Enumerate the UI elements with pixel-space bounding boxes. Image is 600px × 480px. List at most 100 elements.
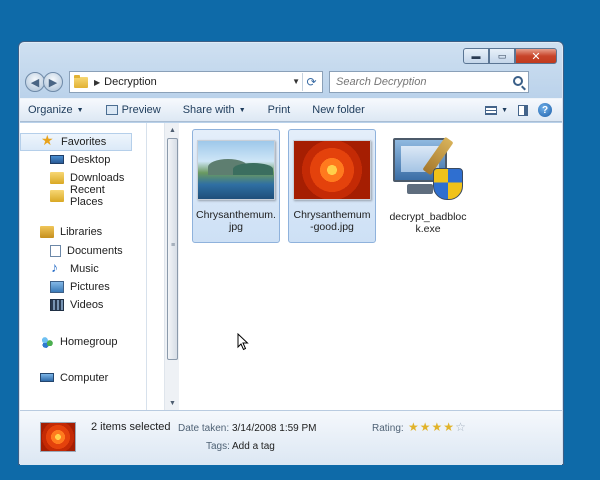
tags-label: Tags: [206,441,230,452]
sidebar-item-label: Libraries [60,226,103,238]
navigation-pane: Favorites Desktop Downloads Recent Place… [20,123,147,410]
command-bar: Organize ▼ Preview Share with ▼ Print Ne… [20,98,562,122]
back-arrow-icon: ◀ [30,76,40,89]
program-shield-icon [389,134,467,202]
scroll-down-arrow-icon[interactable]: ▼ [165,396,180,410]
back-button[interactable]: ◀ [25,72,45,92]
help-icon[interactable]: ? [538,103,552,117]
chevron-down-icon: ▼ [238,106,246,114]
search-icon[interactable] [513,76,523,86]
address-row: ◀ ▶ ▶ Decryption ▼ ⟳ [25,70,557,94]
film-strip-icon [50,299,64,311]
file-name: decrypt_badbloc k.exe [389,211,467,235]
breadcrumb-current[interactable]: Decryption [104,76,157,88]
toolbar-right: ▼ ? [485,103,552,117]
refresh-icon[interactable]: ⟳ [302,73,320,91]
sidebar-item-videos[interactable]: Videos [20,296,132,314]
libraries-icon [40,226,54,238]
sidebar-item-label: Homegroup [60,336,118,348]
file-item[interactable]: Chrysanthemum -good.jpg [288,129,376,243]
computer-icon [40,372,54,382]
sidebar-item-label: Computer [60,372,109,384]
rating-star-icon[interactable]: ☆ [455,421,466,433]
sidebar-item-label: Recent Places [70,184,105,208]
date-taken-label: Date taken: [178,423,230,434]
rating-star-icon[interactable]: ★ [420,421,431,433]
breadcrumb-separator-icon[interactable]: ▶ [94,78,100,87]
music-note-icon [50,259,64,275]
file-name: Chrysanthemum. jpg [196,209,276,233]
sidebar-item-label: Music [70,263,99,275]
maximize-button[interactable]: ▭ [489,48,515,64]
sidebar-item-favorites[interactable]: Favorites [20,132,132,151]
documents-icon [50,245,61,257]
share-with-menu[interactable]: Share with ▼ [183,104,246,116]
sidebar-item-desktop[interactable]: Desktop [20,151,132,169]
sidebar-item-music[interactable]: Music [20,259,132,278]
new-folder-label: New folder [312,104,365,116]
homegroup-icon [40,336,54,348]
organize-menu[interactable]: Organize ▼ [28,104,84,116]
sidebar-item-label: Videos [70,299,104,311]
scrollbar-thumb[interactable]: ≡ [167,138,178,360]
sidebar-item-label: Pictures [70,281,110,293]
address-dropdown-icon[interactable]: ▼ [292,77,300,86]
organize-label: Organize [28,104,73,116]
minimize-button[interactable]: ▬ [463,48,489,64]
file-item[interactable]: decrypt_badbloc k.exe [384,129,472,243]
file-list: Chrysanthemum. jpg Chrysanthemum -good.jpg… [180,123,562,410]
sidebar-item-label: Documents [67,245,123,257]
preview-label: Preview [121,104,161,116]
pictures-icon [50,281,64,293]
downloads-folder-icon [50,172,64,184]
rating-star-icon[interactable]: ★ [408,421,419,433]
image-thumbnail [293,140,371,200]
rating-star-icon[interactable]: ★ [443,421,454,433]
sidebar-item-recent-places[interactable]: Recent Places [20,184,132,208]
tags-value[interactable]: Add a tag [232,441,275,452]
image-thumbnail [197,140,275,200]
scroll-up-arrow-icon[interactable]: ▲ [165,123,180,137]
view-options-chevron-icon[interactable]: ▼ [501,107,508,114]
sidebar-item-computer[interactable]: Computer [20,369,132,387]
preview-button[interactable]: Preview [105,104,161,116]
preview-icon [105,105,118,115]
chevron-down-icon: ▼ [76,106,84,114]
search-box[interactable] [329,71,529,93]
star-icon [41,132,55,149]
print-label: Print [267,104,291,116]
caption-buttons: ▬ ▭ ✕ [463,48,557,64]
rating-label: Rating: [372,423,404,434]
date-taken-value[interactable]: 3/14/2008 1:59 PM [232,423,317,434]
share-with-label: Share with [182,104,235,116]
new-folder-button[interactable]: New folder [312,104,365,116]
sidebar-item-libraries[interactable]: Libraries [20,223,132,241]
change-view-icon[interactable] [485,105,498,115]
rating-stars[interactable]: ★ ★ ★ ★ ☆ [408,421,466,433]
forward-button[interactable]: ▶ [43,72,63,92]
sidebar-item-label: Desktop [70,154,111,166]
sidebar-item-label: Favorites [61,136,107,148]
folder-icon [74,74,88,88]
explorer-window: ▬ ▭ ✕ ◀ ▶ ▶ Decryption ▼ ⟳ Organize ▼ Pr… [18,41,564,465]
file-item[interactable]: Chrysanthemum. jpg [192,129,280,243]
search-input[interactable] [336,76,506,88]
address-bar[interactable]: ▶ Decryption ▼ ⟳ [69,71,323,93]
sidebar-item-label: Downloads [70,172,125,184]
sidebar-item-homegroup[interactable]: Homegroup [20,333,132,351]
rating-star-icon[interactable]: ★ [432,421,443,433]
print-button[interactable]: Print [268,104,291,116]
file-name: Chrysanthemum -good.jpg [293,209,371,233]
close-button[interactable]: ✕ [515,48,557,64]
navigation-scrollbar[interactable]: ▲ ≡ ▼ [164,123,179,410]
recent-places-icon [50,190,64,202]
sidebar-item-pictures[interactable]: Pictures [20,278,132,296]
selection-summary: 2 items selected [91,421,171,433]
scrollbar-grip-icon: ≡ [171,242,176,249]
sidebar-item-documents[interactable]: Documents [20,242,132,260]
preview-pane-icon[interactable] [518,104,528,116]
desktop-icon [50,154,64,164]
selection-thumbnail [40,422,76,452]
content-area: Favorites Desktop Downloads Recent Place… [20,123,562,410]
details-pane: 2 items selected Date taken: 3/14/2008 1… [20,410,562,465]
